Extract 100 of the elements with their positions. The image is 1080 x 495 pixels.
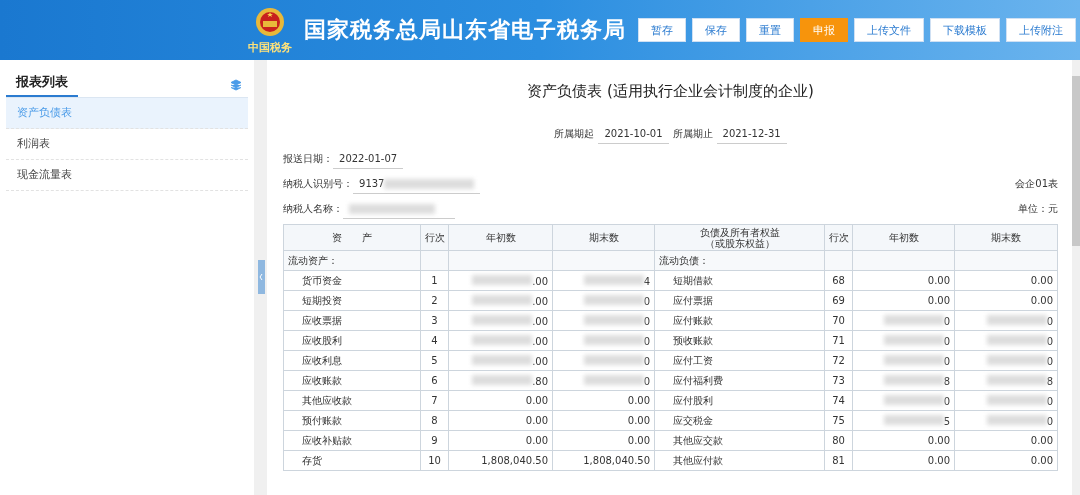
- amount-cell[interactable]: .00: [448, 310, 553, 331]
- amount-cell[interactable]: 0: [552, 310, 655, 331]
- amount-cell[interactable]: 0: [852, 390, 955, 411]
- sidebar-item[interactable]: 利润表: [6, 129, 249, 160]
- amount-cell[interactable]: 0: [954, 410, 1058, 431]
- amount-cell[interactable]: 0.00: [852, 290, 955, 311]
- amount-cell[interactable]: .00: [448, 350, 553, 371]
- amount-cell[interactable]: 0: [552, 290, 655, 311]
- amount-cell[interactable]: 4: [552, 270, 655, 291]
- item-cell: 存货: [283, 450, 421, 471]
- toolbar-button[interactable]: 暂存: [638, 18, 686, 42]
- amount-cell[interactable]: 0.00: [552, 390, 655, 411]
- amount-cell[interactable]: 0.00: [448, 390, 553, 411]
- amount-cell[interactable]: 0: [552, 370, 655, 391]
- item-cell: 短期借款: [654, 270, 825, 291]
- form-title: 资产负债表 (适用执行企业会计制度的企业): [526, 82, 815, 101]
- amount-cell[interactable]: 1,808,040.50: [552, 450, 655, 471]
- line-number-cell: 71: [824, 330, 853, 351]
- column-header: 行次: [420, 224, 449, 251]
- toolbar-button[interactable]: 下载模板: [930, 18, 1000, 42]
- amount-cell[interactable]: .00: [448, 270, 553, 291]
- amount-cell[interactable]: 8: [954, 370, 1058, 391]
- item-cell: 预收账款: [654, 330, 825, 351]
- taxpayer-id-field[interactable]: 9137: [353, 174, 481, 194]
- amount-cell[interactable]: 0: [852, 330, 955, 351]
- line-number-cell: 10: [420, 450, 449, 471]
- line-number-cell: 69: [824, 290, 853, 311]
- form-code: 会企01表: [1015, 177, 1059, 191]
- line-number-cell: 75: [824, 410, 853, 431]
- amount-cell[interactable]: 0: [954, 310, 1058, 331]
- amount-cell[interactable]: 0.00: [954, 290, 1058, 311]
- amount-cell[interactable]: 0: [852, 350, 955, 371]
- line-number-cell: 1: [420, 270, 449, 291]
- report-date-field[interactable]: 2022-01-07: [333, 149, 404, 169]
- line-number-cell: 7: [420, 390, 449, 411]
- amount-cell[interactable]: 8: [852, 370, 955, 391]
- unit-label: 单位：元: [1018, 202, 1059, 216]
- layers-icon[interactable]: [230, 78, 243, 91]
- amount-cell[interactable]: 0.00: [954, 430, 1058, 451]
- sidebar-item[interactable]: 现金流量表: [6, 160, 249, 191]
- toolbar-button[interactable]: 上传文件: [854, 18, 924, 42]
- column-header: 年初数: [448, 224, 553, 251]
- amount-cell[interactable]: 0: [552, 350, 655, 371]
- item-cell: 应收票据: [283, 310, 421, 331]
- amount-cell[interactable]: 0.00: [852, 430, 955, 451]
- amount-cell[interactable]: 0: [852, 310, 955, 331]
- column-header: 年初数: [852, 224, 955, 251]
- toolbar-button[interactable]: 重置: [746, 18, 794, 42]
- amount-cell[interactable]: 0.00: [852, 270, 955, 291]
- column-header: 行次: [824, 224, 853, 251]
- item-cell: 其他应收款: [283, 390, 421, 411]
- amount-cell[interactable]: 5: [852, 410, 955, 431]
- toolbar-button[interactable]: 保存: [692, 18, 740, 42]
- line-number-cell: 6: [420, 370, 449, 391]
- item-cell: 应交税金: [654, 410, 825, 431]
- line-number-cell: 73: [824, 370, 853, 391]
- amount-cell[interactable]: .00: [448, 330, 553, 351]
- line-number-cell: 2: [420, 290, 449, 311]
- item-cell: 应付福利费: [654, 370, 825, 391]
- collapse-handle[interactable]: [258, 260, 266, 294]
- amount-cell[interactable]: 1,808,040.50: [448, 450, 553, 471]
- line-number-cell: 8: [420, 410, 449, 431]
- line-number-cell: 81: [824, 450, 853, 471]
- amount-cell[interactable]: 0.00: [852, 450, 955, 471]
- column-header: 负债及所有者权益: [698, 226, 781, 238]
- amount-cell[interactable]: 0.00: [448, 410, 553, 431]
- field-label: 纳税人识别号：: [283, 177, 354, 191]
- amount-cell[interactable]: 0.00: [954, 450, 1058, 471]
- amount-cell[interactable]: .80: [448, 370, 553, 391]
- period-start-field[interactable]: 2021-10-01: [598, 124, 669, 144]
- item-cell: 货币资金: [283, 270, 421, 291]
- amount-cell[interactable]: 0: [954, 350, 1058, 371]
- line-number-cell: 3: [420, 310, 449, 331]
- amount-cell[interactable]: 0.00: [954, 270, 1058, 291]
- item-cell: 应收利息: [283, 350, 421, 371]
- amount-cell[interactable]: 0.00: [448, 430, 553, 451]
- section-cell: 流动资产：: [283, 250, 421, 271]
- field-label: 所属期起: [554, 127, 595, 141]
- item-cell: 预付账款: [283, 410, 421, 431]
- item-cell: 应付工资: [654, 350, 825, 371]
- amount-cell[interactable]: 0.00: [552, 430, 655, 451]
- emblem-caption: 中国税务: [248, 39, 292, 55]
- amount-cell[interactable]: 0.00: [552, 410, 655, 431]
- period-end-field[interactable]: 2021-12-31: [716, 124, 787, 144]
- line-number-cell: 70: [824, 310, 853, 331]
- item-cell: 短期投资: [283, 290, 421, 311]
- column-header: 期末数: [954, 224, 1058, 251]
- toolbar-button[interactable]: 上传附注: [1006, 18, 1076, 42]
- column-header: 期末数: [552, 224, 655, 251]
- amount-cell[interactable]: .00: [448, 290, 553, 311]
- item-cell: 应收股利: [283, 330, 421, 351]
- amount-cell[interactable]: 0: [954, 330, 1058, 351]
- line-number-cell: 68: [824, 270, 853, 291]
- line-number-cell: 72: [824, 350, 853, 371]
- line-number-cell: 5: [420, 350, 449, 371]
- item-cell: 应付账款: [654, 310, 825, 331]
- column-header: 资 产: [283, 224, 421, 251]
- item-cell: 应收补贴款: [283, 430, 421, 451]
- amount-cell[interactable]: 0: [954, 390, 1058, 411]
- amount-cell[interactable]: 0: [552, 330, 655, 351]
